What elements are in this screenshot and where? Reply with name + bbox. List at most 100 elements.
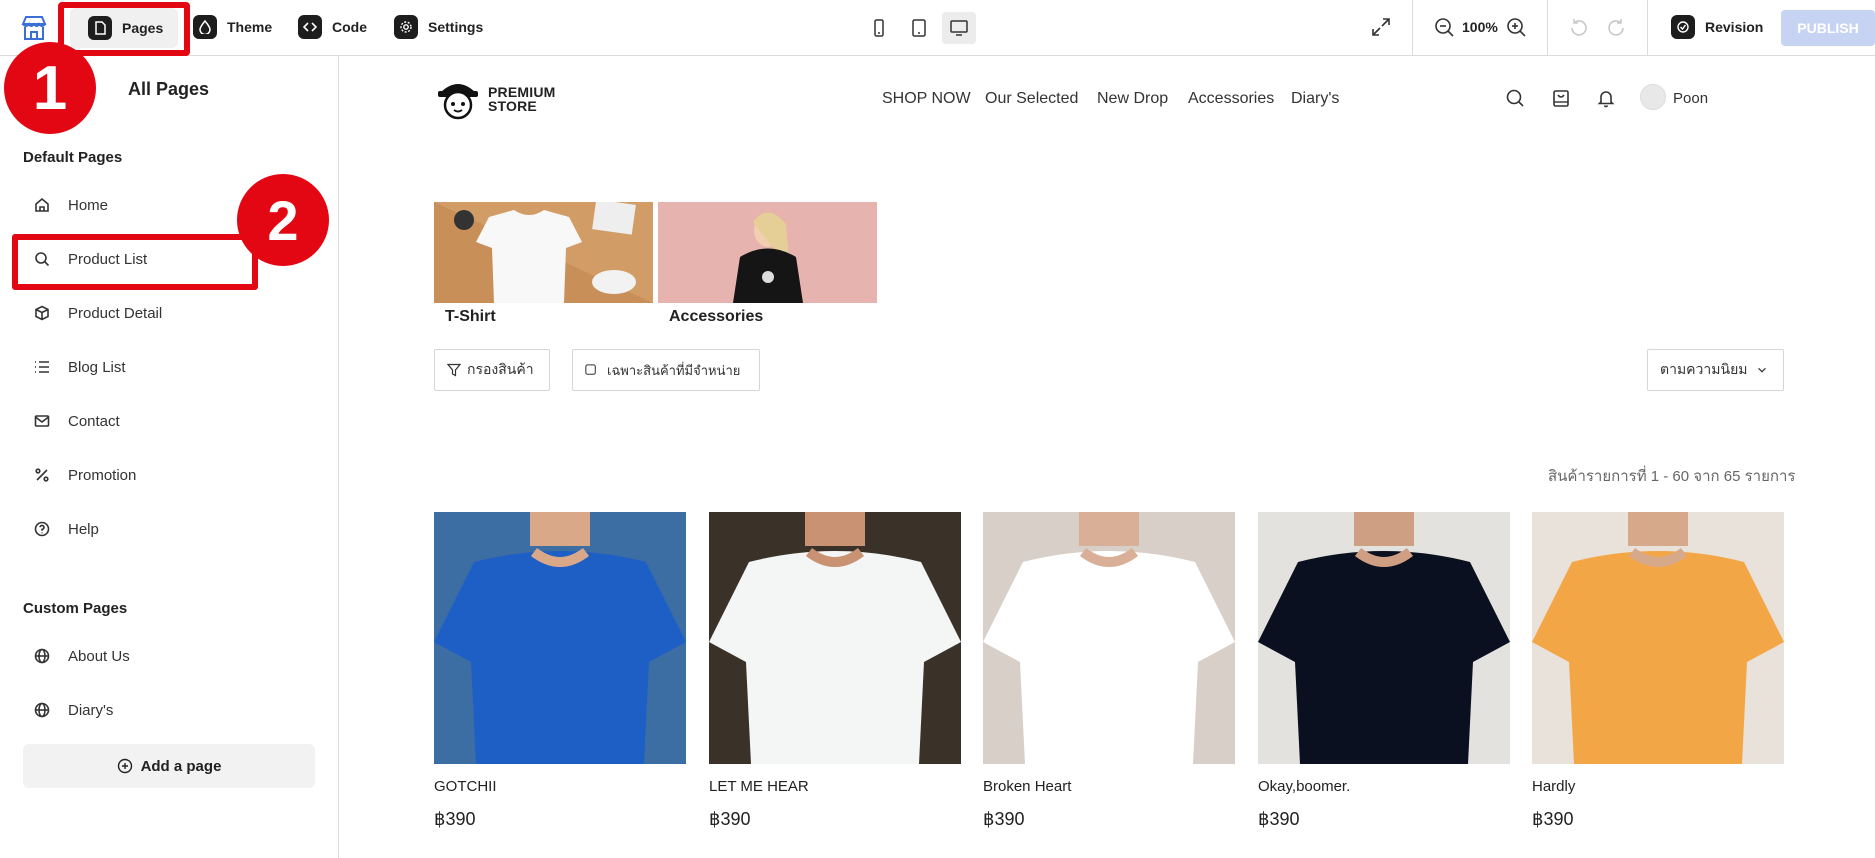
mobile-view-button[interactable] — [862, 12, 896, 44]
page-item-promotion[interactable]: Promotion — [34, 461, 136, 489]
publish-button[interactable]: PUBLISH — [1781, 10, 1875, 46]
in-stock-label: เฉพาะสินค้าที่มีจำหน่าย — [607, 362, 741, 378]
revision-label: Revision — [1705, 19, 1764, 35]
product-price: ฿390 — [1532, 809, 1574, 829]
category-image-accessories[interactable] — [658, 202, 877, 303]
menu-shop-now[interactable]: SHOP NOW — [882, 90, 971, 108]
product-price: ฿390 — [434, 809, 476, 829]
gear-icon — [394, 15, 418, 39]
list-icon — [35, 361, 49, 373]
phone-icon — [874, 19, 884, 37]
product-price: ฿390 — [709, 809, 751, 829]
product-price: ฿390 — [1258, 809, 1300, 829]
desktop-view-button[interactable] — [942, 12, 976, 44]
page-item-product-detail[interactable]: Product Detail — [34, 299, 162, 327]
storefront-icon[interactable] — [20, 14, 48, 42]
chevron-down-icon — [1757, 367, 1766, 373]
page-item-label: Help — [68, 520, 99, 538]
page-item-label: Home — [68, 196, 109, 214]
sidebar-title: All Pages — [128, 79, 210, 99]
menu-new-drop[interactable]: New Drop — [1097, 90, 1168, 108]
product-name[interactable]: Hardly — [1532, 778, 1575, 795]
filter-icon — [447, 363, 461, 377]
undo-icon[interactable] — [1569, 17, 1589, 37]
default-pages-heading: Default Pages — [23, 149, 123, 166]
divider — [1412, 0, 1413, 56]
top-toolbar: Pages Theme Code Settings 100% Revision … — [0, 0, 1875, 56]
page-item-contact[interactable]: Contact — [34, 407, 120, 435]
page-item-label: Product Detail — [68, 304, 163, 322]
product-image[interactable] — [1258, 512, 1510, 764]
zoom-out-icon[interactable] — [1433, 16, 1455, 38]
store-logo[interactable]: PREMIUM STORE — [434, 76, 556, 122]
plus-circle-icon — [117, 758, 132, 774]
checkbox-icon — [585, 364, 596, 375]
percent-icon — [35, 468, 49, 482]
settings-tab[interactable]: Settings — [394, 12, 483, 42]
product-name[interactable]: Broken Heart — [983, 778, 1071, 795]
page-item-diarys[interactable]: Diary's — [34, 696, 113, 724]
page-item-label: Diary's — [68, 701, 114, 719]
pages-sidebar: All Pages Default Pages Home Product Lis… — [0, 56, 339, 858]
menu-diarys[interactable]: Diary's — [1291, 90, 1339, 108]
mail-icon — [34, 415, 50, 427]
revision-button[interactable]: Revision — [1671, 12, 1763, 42]
globe-icon — [34, 702, 50, 718]
drop-icon — [193, 15, 217, 39]
in-stock-checkbox[interactable]: เฉพาะสินค้าที่มีจำหน่าย — [572, 349, 760, 391]
home-icon — [35, 197, 49, 212]
divider — [1547, 0, 1548, 56]
expand-icon[interactable] — [1370, 16, 1392, 38]
product-name[interactable]: GOTCHII — [434, 778, 497, 795]
clock-check-icon — [1671, 15, 1695, 39]
page-item-about-us[interactable]: About Us — [34, 642, 130, 670]
filter-button[interactable]: กรองสินค้า — [434, 349, 550, 391]
code-tab[interactable]: Code — [298, 12, 367, 42]
product-image[interactable] — [709, 512, 961, 764]
theme-label: Theme — [227, 19, 273, 35]
theme-tab[interactable]: Theme — [193, 12, 272, 42]
page-item-label: Blog List — [68, 358, 126, 376]
filter-label: กรองสินค้า — [467, 361, 534, 377]
menu-accessories[interactable]: Accessories — [1188, 90, 1274, 108]
search-icon[interactable] — [1505, 88, 1525, 108]
category-label-tshirt[interactable]: T-Shirt — [445, 308, 496, 326]
category-label-accessories[interactable]: Accessories — [669, 308, 763, 326]
bell-icon[interactable] — [1596, 88, 1616, 108]
add-page-button[interactable]: Add a page — [23, 744, 315, 788]
sort-dropdown[interactable]: ตามความนิยม — [1647, 349, 1784, 391]
tablet-view-button[interactable] — [902, 12, 936, 44]
avatar[interactable] — [1640, 84, 1666, 110]
desktop-icon — [950, 20, 968, 36]
annotation-badge-2: 2 — [237, 174, 329, 266]
annotation-highlight-product-list — [12, 234, 258, 290]
user-name[interactable]: Poon — [1673, 90, 1708, 107]
cart-icon[interactable] — [1551, 88, 1571, 108]
product-image[interactable] — [434, 512, 686, 764]
product-name[interactable]: Okay,boomer. — [1258, 778, 1350, 795]
custom-pages-heading: Custom Pages — [23, 600, 128, 617]
zoom-level: 100% — [1462, 19, 1498, 35]
zoom-in-icon[interactable] — [1505, 16, 1527, 38]
product-name[interactable]: LET ME HEAR — [709, 778, 809, 795]
page-item-label: Promotion — [68, 466, 137, 484]
settings-label: Settings — [428, 19, 484, 35]
tablet-icon — [912, 19, 926, 37]
page-item-blog-list[interactable]: Blog List — [34, 353, 126, 381]
code-label: Code — [332, 19, 367, 35]
page-item-help[interactable]: Help — [34, 515, 99, 543]
product-price: ฿390 — [983, 809, 1025, 829]
code-icon — [298, 15, 322, 39]
product-image[interactable] — [1532, 512, 1784, 764]
page-item-label: About Us — [68, 647, 130, 665]
divider — [1647, 0, 1648, 56]
page-item-home[interactable]: Home — [34, 191, 108, 219]
page-item-label: Contact — [68, 412, 120, 430]
globe-icon — [34, 648, 50, 664]
menu-our-selected[interactable]: Our Selected — [985, 90, 1078, 108]
add-page-label: Add a page — [140, 757, 222, 775]
category-image-tshirt[interactable] — [434, 202, 653, 303]
redo-icon[interactable] — [1606, 17, 1626, 37]
help-icon — [34, 521, 50, 537]
product-image[interactable] — [983, 512, 1235, 764]
